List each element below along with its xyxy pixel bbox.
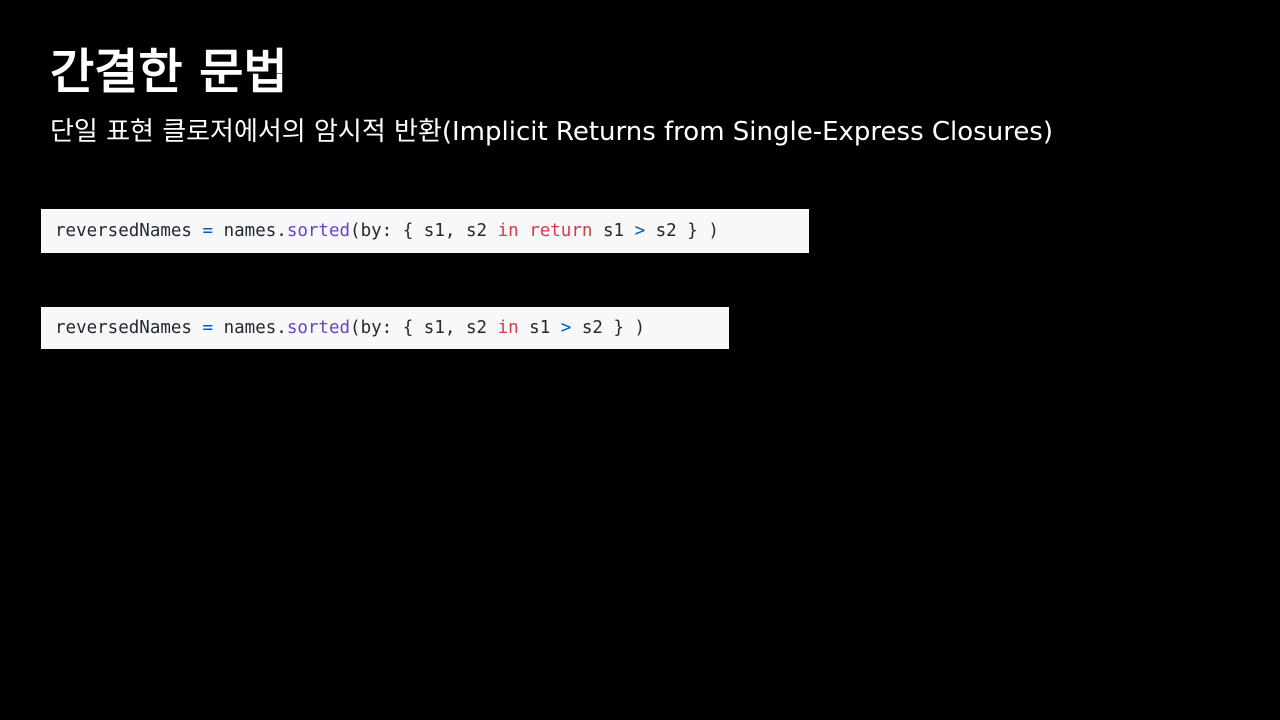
code-token: reversedNames	[55, 221, 203, 241]
code-token: names.	[213, 221, 287, 241]
code-token-operator: >	[634, 221, 646, 241]
code-line: reversedNames = names.sorted(by: { s1, s…	[55, 318, 645, 338]
code-line: reversedNames = names.sorted(by: { s1, s…	[55, 221, 719, 241]
code-block-implicit-return: reversedNames = names.sorted(by: { s1, s…	[41, 307, 729, 349]
slide-subtitle: 단일 표현 클로저에서의 암시적 반환(Implicit Returns fro…	[50, 117, 1053, 147]
code-token-operator: =	[202, 318, 214, 338]
code-token-function: sorted	[286, 318, 351, 338]
code-token: reversedNames	[55, 318, 203, 338]
code-token-function: sorted	[286, 221, 351, 241]
code-token: s2 } )	[645, 221, 719, 241]
code-token-keyword: in	[497, 221, 519, 241]
code-token: s1	[518, 318, 561, 338]
code-block-with-return: reversedNames = names.sorted(by: { s1, s…	[41, 209, 809, 253]
code-token: names.	[213, 318, 287, 338]
code-token-operator: >	[560, 318, 572, 338]
slide-title: 간결한 문법	[50, 44, 288, 100]
code-token-keyword: return	[529, 221, 593, 241]
code-token-keyword: in	[497, 318, 519, 338]
code-token: s2 } )	[571, 318, 646, 338]
code-token: (by: { s1, s2	[350, 318, 498, 338]
code-token: (by: { s1, s2	[350, 221, 498, 241]
code-token: s1	[592, 221, 635, 241]
code-token-operator: =	[202, 221, 214, 241]
